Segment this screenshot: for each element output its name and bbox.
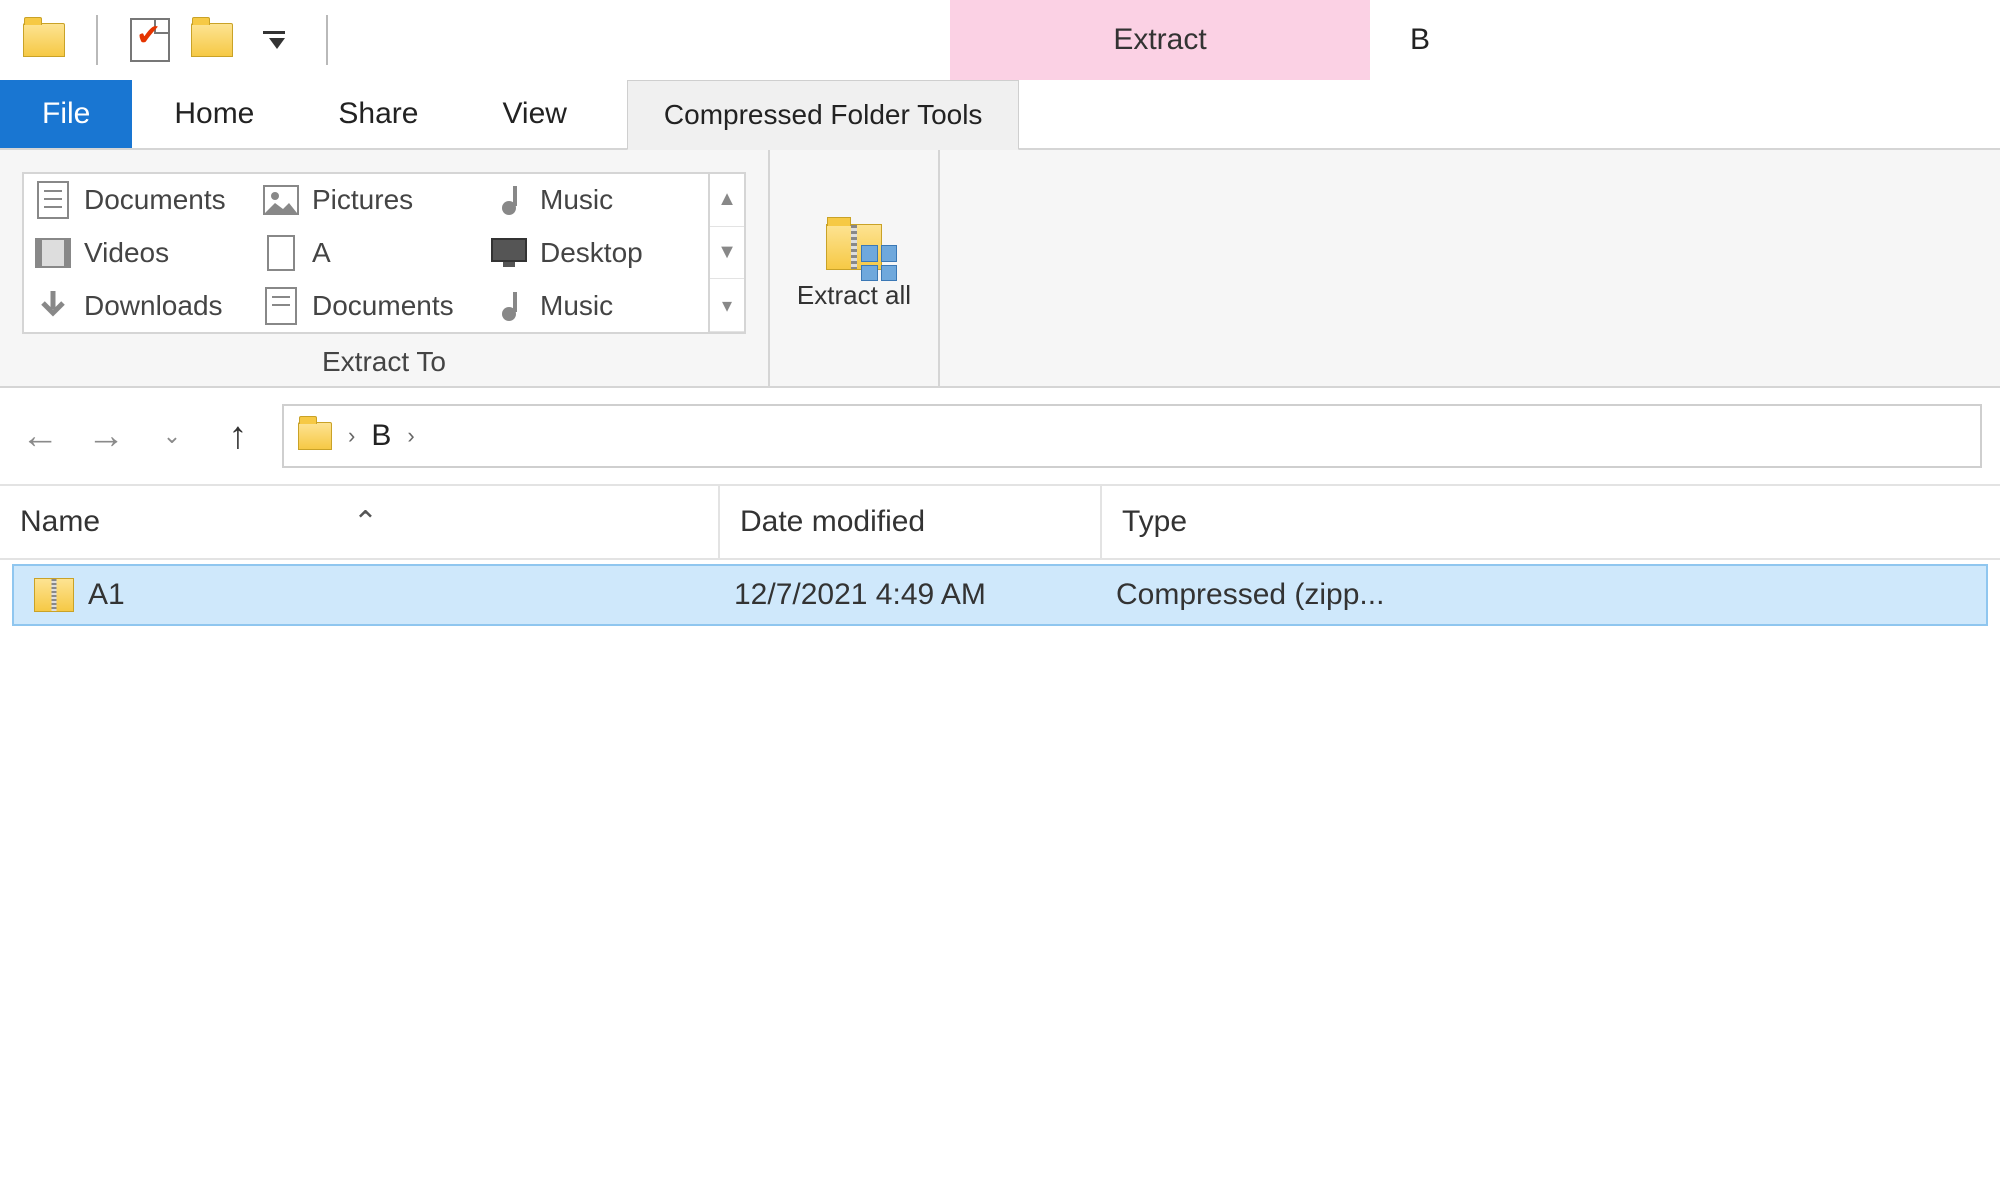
column-name[interactable]: Name ⌃ bbox=[0, 486, 720, 558]
tab-file[interactable]: File bbox=[0, 80, 132, 148]
destination-label: Documents bbox=[312, 290, 454, 322]
sort-asc-icon: ⌃ bbox=[353, 505, 378, 540]
extract-all-button[interactable]: Extract all bbox=[797, 224, 911, 311]
document-icon bbox=[262, 287, 300, 325]
document-icon bbox=[34, 181, 72, 219]
separator bbox=[96, 15, 98, 65]
list-item[interactable]: A1 12/7/2021 4:49 AM Compressed (zipp... bbox=[12, 564, 1988, 626]
column-date-modified[interactable]: Date modified bbox=[720, 486, 1102, 558]
folder-icon bbox=[298, 422, 332, 450]
more-destinations-button[interactable]: ▾ bbox=[710, 279, 744, 332]
music-icon bbox=[490, 181, 528, 219]
separator bbox=[326, 15, 328, 65]
window-title: B bbox=[1410, 23, 1430, 57]
file-list: A1 12/7/2021 4:49 AM Compressed (zipp... bbox=[0, 560, 2000, 630]
history-dropdown[interactable]: ⌄ bbox=[150, 414, 194, 458]
address-bar[interactable]: › B › bbox=[282, 404, 1982, 468]
tab-view[interactable]: View bbox=[460, 80, 608, 148]
desktop-icon bbox=[490, 234, 528, 272]
ribbon-body: Documents Videos Downloads bbox=[0, 150, 2000, 388]
destination-downloads[interactable]: Downloads bbox=[24, 279, 252, 332]
destination-videos[interactable]: Videos bbox=[24, 227, 252, 280]
ribbon-group-label: Extract To bbox=[322, 338, 446, 378]
chevron-right-icon: › bbox=[407, 423, 414, 449]
picture-icon bbox=[262, 181, 300, 219]
folder-icon[interactable] bbox=[22, 18, 66, 62]
properties-icon[interactable] bbox=[128, 18, 172, 62]
ribbon-group-extract-to: Documents Videos Downloads bbox=[0, 150, 770, 386]
breadcrumb-segment[interactable]: B bbox=[371, 419, 391, 453]
ribbon-tabs: File Home Share View Compressed Folder T… bbox=[0, 80, 2000, 150]
column-label: Name bbox=[20, 505, 100, 539]
zip-file-icon bbox=[34, 578, 74, 612]
new-folder-icon[interactable] bbox=[190, 18, 234, 62]
tab-compressed-folder-tools[interactable]: Compressed Folder Tools bbox=[627, 80, 1020, 150]
forward-button[interactable]: → bbox=[84, 414, 128, 458]
scroll-up-button[interactable]: ▲ bbox=[710, 174, 744, 227]
destination-label: Music bbox=[540, 290, 613, 322]
destination-pictures[interactable]: Pictures bbox=[252, 174, 480, 227]
video-icon bbox=[34, 234, 72, 272]
destination-label: Downloads bbox=[84, 290, 223, 322]
scroll-down-button[interactable]: ▼ bbox=[710, 227, 744, 280]
tab-share[interactable]: Share bbox=[296, 80, 460, 148]
quick-access-toolbar bbox=[0, 15, 340, 65]
zip-folder-icon bbox=[826, 224, 882, 270]
destination-label: Videos bbox=[84, 237, 169, 269]
destination-desktop[interactable]: Desktop bbox=[480, 227, 708, 280]
extract-destinations: Documents Videos Downloads bbox=[22, 172, 746, 334]
back-button[interactable]: ← bbox=[18, 414, 62, 458]
destination-label: Desktop bbox=[540, 237, 643, 269]
destination-a[interactable]: A bbox=[252, 227, 480, 280]
destination-documents-lib[interactable]: Documents bbox=[252, 279, 480, 332]
tab-home[interactable]: Home bbox=[132, 80, 296, 148]
music-icon bbox=[490, 287, 528, 325]
destination-music[interactable]: Music bbox=[480, 174, 708, 227]
file-name: A1 bbox=[88, 578, 125, 612]
column-label: Date modified bbox=[740, 505, 925, 539]
destination-label: Pictures bbox=[312, 184, 413, 216]
file-date: 12/7/2021 4:49 AM bbox=[714, 578, 1096, 612]
column-type[interactable]: Type bbox=[1102, 486, 2000, 558]
destination-documents[interactable]: Documents bbox=[24, 174, 252, 227]
download-icon bbox=[34, 287, 72, 325]
destination-music-lib[interactable]: Music bbox=[480, 279, 708, 332]
document-icon bbox=[262, 234, 300, 272]
extract-all-label: Extract all bbox=[797, 280, 911, 311]
list-columns: Name ⌃ Date modified Type bbox=[0, 484, 2000, 560]
nav-row: ← → ⌄ ↑ › B › bbox=[0, 388, 2000, 484]
file-type: Compressed (zipp... bbox=[1096, 578, 1986, 612]
ribbon-group-extract-all: Extract all bbox=[770, 150, 940, 386]
destination-label: Music bbox=[540, 184, 613, 216]
destination-label: A bbox=[312, 237, 331, 269]
chevron-right-icon: › bbox=[348, 423, 355, 449]
context-tab-header: Extract bbox=[950, 0, 1370, 80]
titlebar: Extract B bbox=[0, 0, 2000, 80]
destinations-scroll: ▲ ▼ ▾ bbox=[708, 174, 744, 332]
customize-qat-button[interactable] bbox=[252, 18, 296, 62]
up-button[interactable]: ↑ bbox=[216, 414, 260, 458]
column-label: Type bbox=[1122, 505, 1187, 539]
destination-label: Documents bbox=[84, 184, 226, 216]
